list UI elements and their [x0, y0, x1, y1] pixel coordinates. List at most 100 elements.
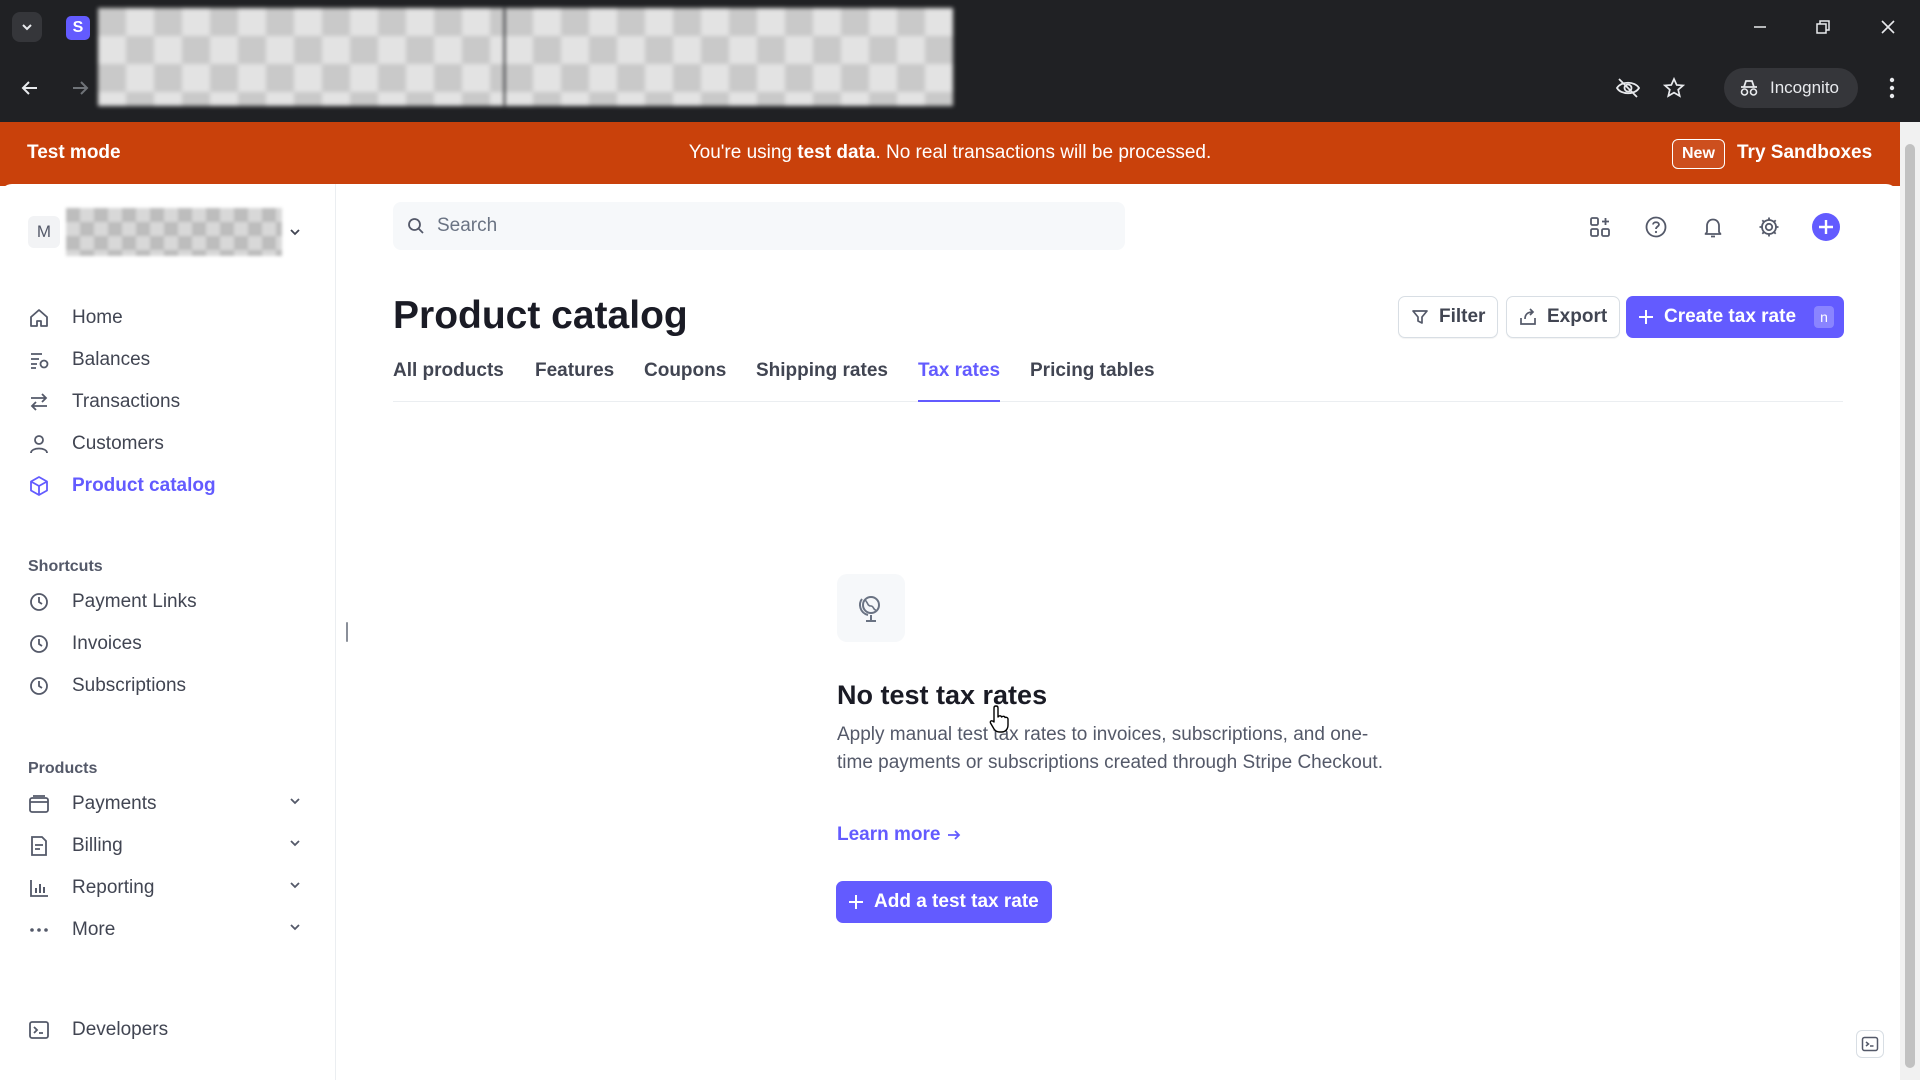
sidebar-item-balances[interactable]: Balances — [28, 342, 308, 378]
tab-tax-rates[interactable]: Tax rates — [918, 360, 1001, 402]
chevron-down-icon — [290, 840, 300, 847]
product-catalog-icon — [28, 472, 56, 500]
close-icon — [1881, 20, 1895, 34]
search-input[interactable] — [437, 215, 1097, 237]
arrow-right-icon — [948, 830, 961, 840]
sidebar-item-reporting[interactable]: Reporting — [28, 870, 308, 906]
tracking-protection-button[interactable] — [1612, 72, 1644, 104]
minimize-button[interactable] — [1742, 12, 1778, 42]
incognito-indicator[interactable]: Incognito — [1724, 68, 1858, 108]
account-avatar: M — [28, 216, 60, 248]
back-button[interactable] — [14, 72, 46, 104]
sidebar-item-label: Subscriptions — [72, 675, 187, 696]
chevron-down-icon — [22, 24, 32, 31]
star-icon — [1663, 77, 1685, 98]
add-test-tax-rate-label: Add a test tax rate — [874, 891, 1039, 912]
sidebar-item-developers[interactable]: Developers — [28, 1012, 308, 1048]
account-switcher[interactable]: M — [28, 208, 304, 256]
restore-button[interactable] — [1805, 12, 1841, 42]
learn-more-link[interactable]: Learn more — [837, 824, 962, 846]
search-icon — [408, 218, 424, 234]
tab-shipping-rates[interactable]: Shipping rates — [756, 360, 888, 402]
filter-button[interactable]: Filter — [1398, 296, 1499, 338]
sidebar-item-billing[interactable]: Billing — [28, 828, 308, 864]
globe-icon — [837, 574, 905, 642]
bookmark-button[interactable] — [1658, 72, 1690, 104]
chevron-down-icon — [290, 229, 300, 236]
search-bar[interactable] — [393, 202, 1125, 250]
eye-off-icon — [1615, 78, 1641, 98]
sidebar-item-label: Balances — [72, 349, 151, 370]
sidebar-item-label: Product catalog — [72, 475, 216, 496]
restore-icon — [1816, 20, 1830, 34]
export-label: Export — [1547, 306, 1608, 327]
forward-button[interactable] — [64, 72, 96, 104]
sidebar: M Home Balances Transactions Customers P… — [0, 184, 336, 1080]
browser-tab-bar: S — [0, 0, 1920, 106]
sidebar-item-home[interactable]: Home — [28, 300, 308, 336]
sidebar-item-label: Transactions — [72, 391, 181, 412]
stripe-favicon: S — [66, 16, 90, 40]
plus-icon — [1639, 310, 1653, 324]
clock-icon — [28, 630, 56, 658]
sidebar-item-more[interactable]: More — [28, 912, 308, 948]
help-icon — [1645, 216, 1667, 238]
tab-all-products[interactable]: All products — [393, 360, 504, 402]
shortcuts-section-title: Shortcuts — [28, 558, 103, 575]
test-mode-banner: Test mode You're using test data. No rea… — [0, 122, 1920, 186]
arrow-left-icon — [21, 81, 37, 95]
apps-icon — [1590, 217, 1610, 237]
sidebar-item-customers[interactable]: Customers — [28, 426, 308, 462]
new-badge: New — [1672, 139, 1725, 169]
tab-features[interactable]: Features — [535, 360, 614, 402]
sidebar-item-transactions[interactable]: Transactions — [28, 384, 308, 420]
notifications-button[interactable] — [1698, 212, 1728, 242]
reporting-icon — [28, 874, 56, 902]
sidebar-item-invoices[interactable]: Invoices — [28, 626, 308, 662]
dashboard: M Home Balances Transactions Customers P… — [0, 184, 1898, 1080]
scrollbar-thumb[interactable] — [1905, 144, 1915, 1068]
sidebar-item-label: Billing — [72, 835, 123, 856]
sidebar-item-label: Payments — [72, 793, 157, 814]
sidebar-item-product-catalog[interactable]: Product catalog — [28, 468, 308, 504]
tab-search-button[interactable] — [12, 12, 42, 42]
minimize-icon — [1754, 26, 1766, 28]
gear-icon — [1759, 217, 1779, 237]
learn-more-label: Learn more — [837, 824, 941, 845]
create-tax-rate-label: Create tax rate — [1664, 306, 1797, 327]
catalog-tabs: All products Features Coupons Shipping r… — [393, 360, 1843, 402]
empty-state-description: Apply manual test tax rates to invoices,… — [837, 724, 1383, 773]
sidebar-item-label: Home — [72, 307, 123, 328]
sidebar-item-subscriptions[interactable]: Subscriptions — [28, 668, 308, 704]
create-new-button[interactable] — [1811, 212, 1841, 242]
browser-menu-button[interactable] — [1876, 72, 1908, 104]
page-scrollbar[interactable] — [1900, 122, 1920, 1080]
sidebar-item-payments[interactable]: Payments — [28, 786, 308, 822]
chevron-down-icon — [290, 798, 300, 805]
apps-button[interactable] — [1585, 212, 1615, 242]
tab-pricing-tables[interactable]: Pricing tables — [1030, 360, 1155, 402]
terminal-icon — [28, 1016, 56, 1044]
more-icon — [28, 916, 56, 944]
sidebar-item-label: Customers — [72, 433, 164, 454]
help-button[interactable] — [1641, 212, 1671, 242]
incognito-icon — [1740, 80, 1758, 96]
close-window-button[interactable] — [1870, 12, 1906, 42]
try-sandboxes-link[interactable]: Try Sandboxes — [1737, 142, 1872, 164]
chevron-down-icon — [290, 882, 300, 889]
bell-icon — [1704, 218, 1722, 238]
sidebar-item-payment-links[interactable]: Payment Links — [28, 584, 308, 620]
settings-button[interactable] — [1754, 212, 1784, 242]
keyboard-shortcut-badge: n — [1814, 306, 1835, 328]
tab-coupons[interactable]: Coupons — [644, 360, 726, 402]
add-test-tax-rate-button[interactable]: Add a test tax rate — [836, 881, 1052, 923]
filter-label: Filter — [1439, 306, 1486, 327]
export-button[interactable]: Export — [1506, 296, 1621, 338]
create-tax-rate-button[interactable]: Create tax rate n — [1626, 296, 1844, 338]
sidebar-item-label: Reporting — [72, 877, 155, 898]
arrow-right-icon — [73, 81, 89, 95]
developer-shell-button[interactable] — [1856, 1030, 1884, 1058]
export-icon — [1520, 308, 1536, 325]
redacted-account-name — [66, 208, 282, 256]
sidebar-resize-handle[interactable] — [346, 622, 348, 642]
